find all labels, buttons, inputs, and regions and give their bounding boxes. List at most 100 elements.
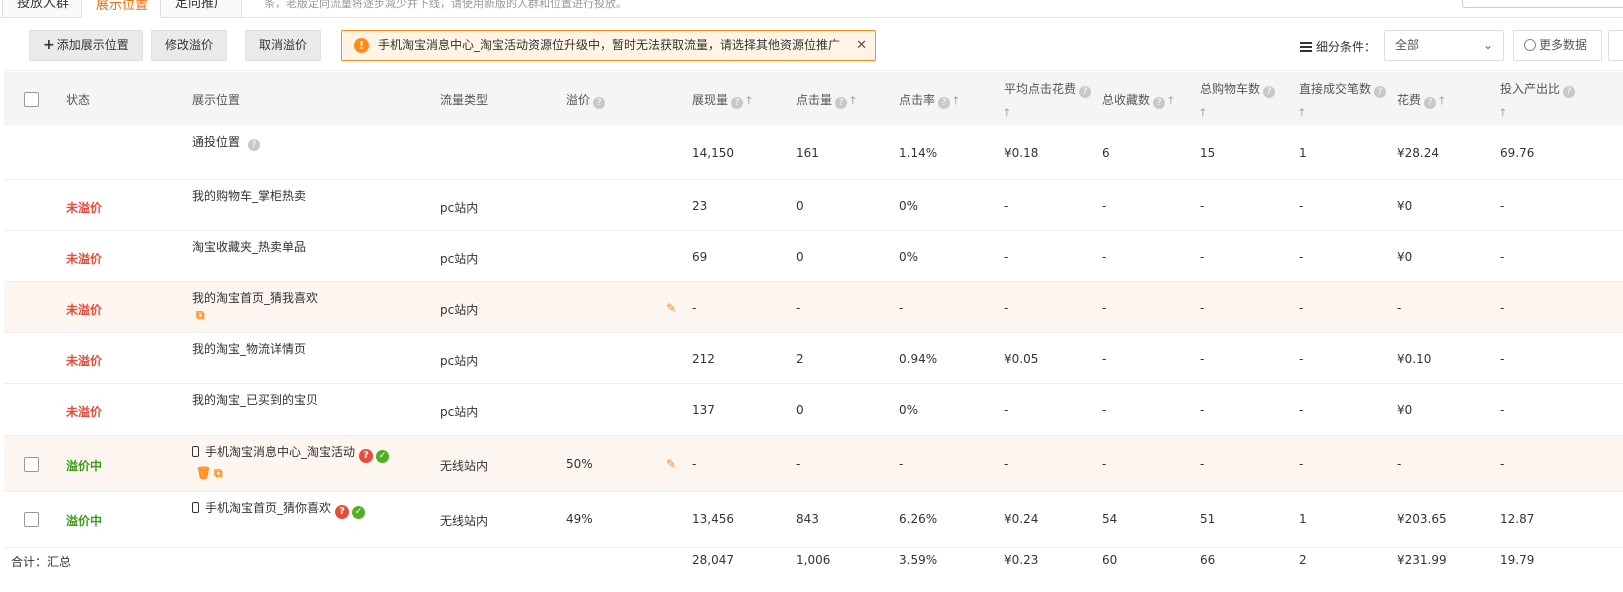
sort-up-icon: 🡑 — [1004, 106, 1010, 119]
ctr-value: 0.94% — [899, 352, 938, 366]
cart-value: - — [1200, 199, 1205, 213]
expand-button[interactable] — [1608, 30, 1623, 61]
cart-value: 66 — [1200, 553, 1216, 567]
help-icon: ? — [938, 97, 951, 109]
status-badge: 未溢价 — [66, 303, 103, 317]
table-row: 未溢价 淘宝收藏夹_热卖单品 pc站内 69 0 0% - - - - ¥0 - — [4, 231, 1623, 282]
cost-value: - — [1397, 457, 1402, 471]
fav-value: - — [1102, 403, 1107, 417]
device-icon[interactable]: ⧉ — [214, 466, 223, 481]
mobile-icon — [192, 446, 199, 457]
impressions-value: 14,150 — [692, 146, 734, 160]
col-roi[interactable]: 投入产出比? 🡑 — [1500, 80, 1576, 123]
sort-up-icon: 🡑 — [1200, 106, 1206, 119]
cpc-value: - — [1004, 199, 1009, 213]
clicks-value: - — [796, 301, 801, 315]
col-cost[interactable]: 花费? 🡑 — [1397, 91, 1445, 111]
col-impressions[interactable]: 展现量? 🡑 — [692, 91, 752, 111]
cost-value: ¥0 — [1397, 199, 1413, 213]
deals-value: 1 — [1299, 146, 1307, 160]
status-badge: 溢价中 — [66, 514, 103, 528]
position-name: 通投位置? — [192, 133, 261, 151]
deals-value: - — [1299, 352, 1304, 366]
ctr-value: - — [899, 457, 904, 471]
trash-icon[interactable]: 🗑 — [196, 466, 211, 480]
table-row: 未溢价 我的购物车_掌柜热卖 pc站内 23 0 0% - - - - ¥0 - — [4, 180, 1623, 231]
cart-value: - — [1200, 250, 1205, 264]
sort-up-icon: 🡑 — [1500, 106, 1506, 119]
add-placement-button[interactable]: + 添加展示位置 — [29, 30, 143, 61]
deals-value: - — [1299, 457, 1304, 471]
impressions-value: - — [692, 301, 697, 315]
roi-value: 12.87 — [1500, 512, 1535, 526]
cost-value: ¥0 — [1397, 403, 1413, 417]
tab-audience[interactable]: 投放人群 — [2, 0, 85, 18]
cpc-value: - — [1004, 301, 1009, 315]
segment-label: 细分条件： — [1300, 38, 1376, 55]
deals-value: - — [1299, 199, 1304, 213]
close-icon[interactable]: ✕ — [856, 31, 867, 60]
col-clicks[interactable]: 点击量? 🡑 — [796, 91, 856, 111]
edit-icon[interactable]: ✎ — [666, 457, 676, 471]
col-ctr[interactable]: 点击率? 🡑 — [899, 91, 959, 111]
col-favorites[interactable]: 总收藏数? 🡑 — [1102, 91, 1174, 111]
clicks-value: 843 — [796, 512, 819, 526]
traffic-type: 无线站内 — [440, 514, 489, 528]
col-traffic: 流量类型 — [440, 93, 489, 107]
ctr-value: 1.14% — [899, 146, 938, 160]
mobile-icon — [192, 502, 199, 513]
fav-value: 54 — [1102, 512, 1118, 526]
more-data-button[interactable]: 更多数据 — [1513, 30, 1602, 61]
clicks-value: 0 — [796, 199, 804, 213]
roi-value: - — [1500, 352, 1505, 366]
impressions-value: 28,047 — [692, 553, 734, 567]
modify-premium-button[interactable]: 修改溢价 — [151, 30, 228, 61]
tab-targeting[interactable]: 定向推广 — [160, 0, 243, 18]
roi-value: 19.79 — [1500, 553, 1535, 567]
cost-value: ¥28.24 — [1397, 146, 1439, 160]
cart-value: 15 — [1200, 146, 1216, 160]
col-cart[interactable]: 总购物车数? 🡑 — [1200, 80, 1276, 123]
help-icon: ? — [593, 97, 606, 109]
ctr-value: 6.26% — [899, 512, 938, 526]
toolbar: + 添加展示位置 修改溢价 取消溢价 ! 手机淘宝消息中心_淘宝活动资源位升级中，… — [4, 19, 1623, 71]
cpc-value: - — [1004, 403, 1009, 417]
help-icon: ? — [835, 97, 848, 109]
table-row: 未溢价 我的淘宝首页_猜我喜欢 ⧉ pc站内 ✎ - - - - - - - -… — [4, 282, 1623, 333]
status-badge: 未溢价 — [66, 252, 103, 266]
position-name: 我的淘宝_已买到的宝贝 — [192, 393, 319, 407]
roi-value: - — [1500, 403, 1505, 417]
traffic-type: pc站内 — [440, 303, 479, 317]
row-checkbox[interactable] — [24, 512, 39, 527]
col-position: 展示位置 — [192, 93, 241, 107]
help-icon: ? — [1079, 86, 1092, 98]
cart-value: - — [1200, 457, 1205, 471]
check-icon: ✓ — [376, 450, 390, 463]
cost-value: ¥203.65 — [1397, 512, 1447, 526]
row-checkbox[interactable] — [24, 457, 39, 472]
col-status: 状态 — [66, 93, 91, 107]
segment-select[interactable]: 全部 ⌄ — [1384, 30, 1504, 61]
col-direct-deals[interactable]: 直接成交笔数? 🡑 — [1299, 80, 1387, 123]
help-icon: ? — [1263, 86, 1276, 98]
fav-value: - — [1102, 352, 1107, 366]
tab-placement[interactable]: 展示位置 — [81, 0, 164, 18]
cancel-premium-button[interactable]: 取消溢价 — [245, 30, 322, 61]
device-icon[interactable]: ⧉ — [196, 308, 205, 323]
ctr-value: 0% — [899, 250, 919, 264]
traffic-type: 无线站内 — [440, 459, 489, 473]
fav-value: 60 — [1102, 553, 1118, 567]
ctr-value: 0% — [899, 199, 919, 213]
status-badge: 未溢价 — [66, 405, 103, 419]
help-icon: ? — [731, 97, 744, 109]
status-badge: 未溢价 — [66, 201, 103, 215]
select-all-checkbox[interactable] — [24, 92, 39, 107]
cpc-value: ¥0.23 — [1004, 553, 1039, 567]
table-header: 状态 展示位置 流量类型 溢价? 展现量? 🡑 点击量? 🡑 点击率? 🡑 平均点击花… — [4, 72, 1623, 126]
impressions-value: 212 — [692, 352, 715, 366]
edit-icon[interactable]: ✎ — [666, 301, 676, 315]
deals-value: - — [1299, 403, 1304, 417]
col-avg-cpc[interactable]: 平均点击花费? 🡑 — [1004, 80, 1092, 123]
clicks-value: 0 — [796, 250, 804, 264]
deals-value: 2 — [1299, 553, 1307, 567]
